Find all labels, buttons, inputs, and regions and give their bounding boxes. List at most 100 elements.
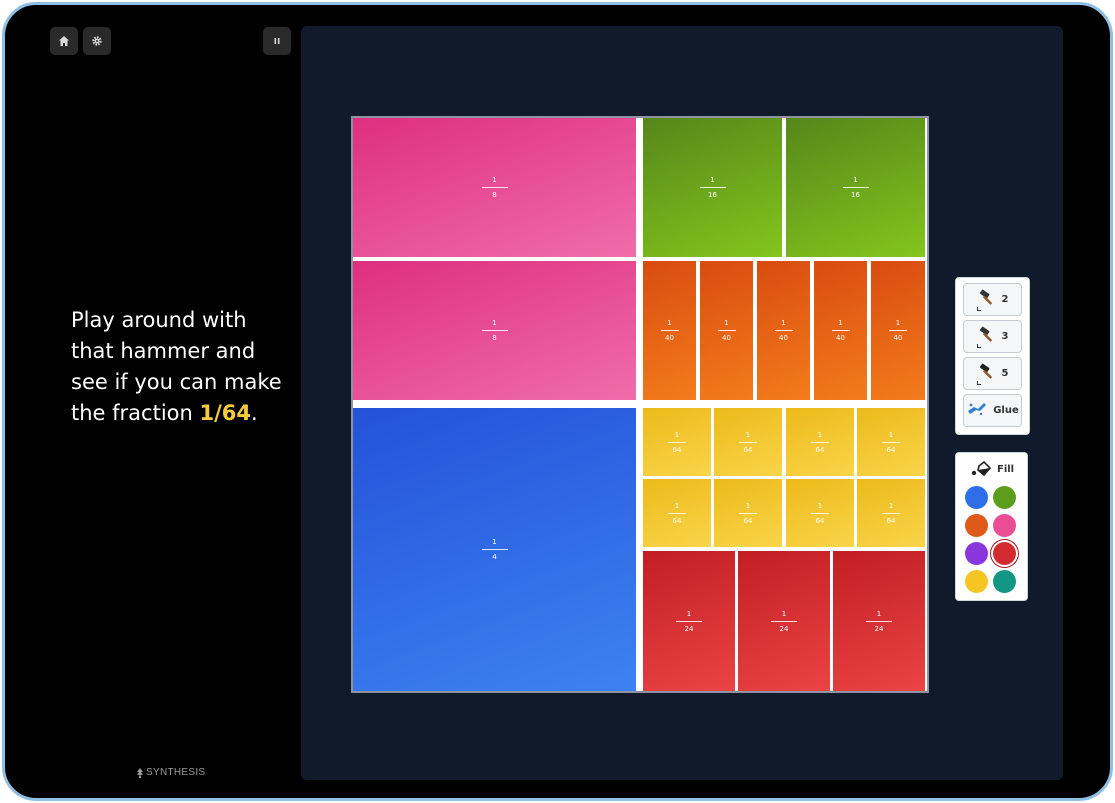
fraction-bar <box>842 187 869 188</box>
color-swatch-pink[interactable] <box>993 514 1016 537</box>
fraction-numerator: 1 <box>492 319 497 327</box>
fraction-denominator: 40 <box>779 334 788 342</box>
hammer-2-tool[interactable]: 2 <box>963 283 1022 316</box>
fraction-bar <box>831 330 850 331</box>
corner-mark <box>977 307 981 311</box>
fraction-numerator: 1 <box>781 609 787 618</box>
color-swatch-yellow[interactable] <box>965 570 988 593</box>
home-button[interactable] <box>50 27 78 55</box>
fraction-bar <box>739 512 757 514</box>
hammer-5-tool[interactable]: 5 <box>963 357 1022 390</box>
fraction-bar <box>866 620 892 622</box>
fraction-numerator: 1 <box>876 609 882 618</box>
fraction-tile[interactable]: 1 24 <box>833 551 925 691</box>
settings-button[interactable] <box>83 27 111 55</box>
fraction-board: 1 8 1 16 1 16 1 8 1 40 1 40 1 40 1 40 1 40 1 4 1 64 1 64 1 64 1 64 1… <box>351 116 929 693</box>
paint-bucket-icon <box>971 461 992 477</box>
tool-label: 5 <box>1001 368 1009 379</box>
hammer-3-tool[interactable]: 3 <box>963 320 1022 353</box>
fraction-denominator: 8 <box>492 191 497 199</box>
fraction-tile[interactable]: 1 64 <box>643 479 711 547</box>
fraction-denominator: 24 <box>874 624 884 633</box>
fraction-tile[interactable]: 1 64 <box>786 479 854 547</box>
fraction-bar <box>889 330 907 331</box>
fraction-numerator: 1 <box>838 319 843 327</box>
fraction-denominator: 8 <box>492 334 497 342</box>
fraction-tile[interactable]: 1 64 <box>714 408 782 476</box>
fraction-tile[interactable]: 1 40 <box>757 261 810 400</box>
fraction-tile[interactable]: 1 40 <box>814 261 867 400</box>
fill-label: Fill <box>997 463 1015 475</box>
pause-button[interactable] <box>263 27 291 55</box>
play-area: 1 8 1 16 1 16 1 8 1 40 1 40 1 40 1 40 1 40 1 4 1 64 1 64 1 64 1 64 1… <box>301 26 1063 780</box>
fraction-tile[interactable]: 1 64 <box>786 408 854 476</box>
fraction-numerator: 1 <box>492 176 497 184</box>
fraction-denominator: 16 <box>851 191 860 199</box>
fraction-denominator: 24 <box>779 624 789 633</box>
fraction-numerator: 1 <box>674 430 680 439</box>
fraction-denominator: 24 <box>684 624 694 633</box>
fraction-tile[interactable]: 1 64 <box>714 479 782 547</box>
fraction-denominator: 4 <box>492 553 497 561</box>
fraction-tile[interactable]: 1 40 <box>871 261 925 400</box>
fraction-tile[interactable]: 1 40 <box>643 261 696 400</box>
fraction-denominator: 40 <box>836 334 845 342</box>
instruction-end: . <box>251 401 258 425</box>
fraction-numerator: 1 <box>724 319 729 327</box>
glue-tool[interactable]: Glue <box>963 394 1022 427</box>
fraction-tile[interactable]: 18 <box>353 261 636 400</box>
color-swatch-green[interactable] <box>993 486 1016 509</box>
tool-label: 2 <box>1001 294 1009 305</box>
home-icon <box>59 36 69 46</box>
target-fraction: 1/64 <box>199 401 251 425</box>
fraction-tile[interactable]: 1 16 <box>786 118 925 257</box>
fraction-bar <box>699 187 726 188</box>
fraction-bar <box>676 620 702 622</box>
fraction-bar <box>668 441 686 443</box>
tool-label: Glue <box>993 405 1019 416</box>
fraction-numerator: 1 <box>817 430 823 439</box>
fraction-tile[interactable]: 1 40 <box>700 261 753 400</box>
fill-tool[interactable]: Fill <box>970 461 1014 477</box>
tool-label: 3 <box>1001 331 1009 342</box>
synthesis-logo-icon <box>137 767 143 778</box>
fraction-tile[interactable]: 14 <box>353 408 636 691</box>
color-swatch-teal[interactable] <box>993 570 1016 593</box>
fraction-bar <box>481 187 508 188</box>
fraction-tile[interactable]: 1 16 <box>643 118 782 257</box>
fraction-tile[interactable]: 1 64 <box>643 408 711 476</box>
fraction-tile[interactable]: 1 64 <box>857 408 925 476</box>
fraction-bar <box>481 549 508 550</box>
fraction-tile[interactable]: 1 24 <box>738 551 830 691</box>
color-swatch-red[interactable] <box>993 542 1016 565</box>
fraction-numerator: 1 <box>492 538 497 546</box>
glue-icon <box>966 401 988 420</box>
fraction-numerator: 1 <box>667 319 672 327</box>
fraction-numerator: 1 <box>745 430 751 439</box>
color-swatch-blue[interactable] <box>965 486 988 509</box>
tablet-frame: Play around with that hammer and see if … <box>2 2 1113 801</box>
fraction-bar <box>668 512 686 514</box>
fraction-tile[interactable]: 1 64 <box>857 479 925 547</box>
fraction-bar <box>882 441 900 443</box>
fraction-tile[interactable]: 18 <box>353 118 636 257</box>
color-swatch-orange[interactable] <box>965 514 988 537</box>
fraction-bar <box>660 330 679 331</box>
fraction-denominator: 64 <box>672 445 682 454</box>
instruction-text: Play around with that hammer and see if … <box>71 305 291 429</box>
fraction-bar <box>882 512 900 514</box>
fraction-tile[interactable]: 1 24 <box>643 551 735 691</box>
fraction-denominator: 40 <box>722 334 731 342</box>
fraction-numerator: 1 <box>853 176 858 184</box>
color-swatch-purple[interactable] <box>965 542 988 565</box>
fraction-numerator: 1 <box>674 501 680 510</box>
fraction-numerator: 1 <box>817 501 823 510</box>
fraction-bar <box>811 512 829 514</box>
fraction-bar <box>811 441 829 443</box>
fraction-numerator: 1 <box>888 430 894 439</box>
fraction-denominator: 64 <box>886 516 896 525</box>
fraction-bar <box>739 441 757 443</box>
fraction-denominator: 40 <box>893 334 903 342</box>
fraction-bar <box>717 330 736 331</box>
brand-logo: SYNTHESIS <box>136 767 205 778</box>
